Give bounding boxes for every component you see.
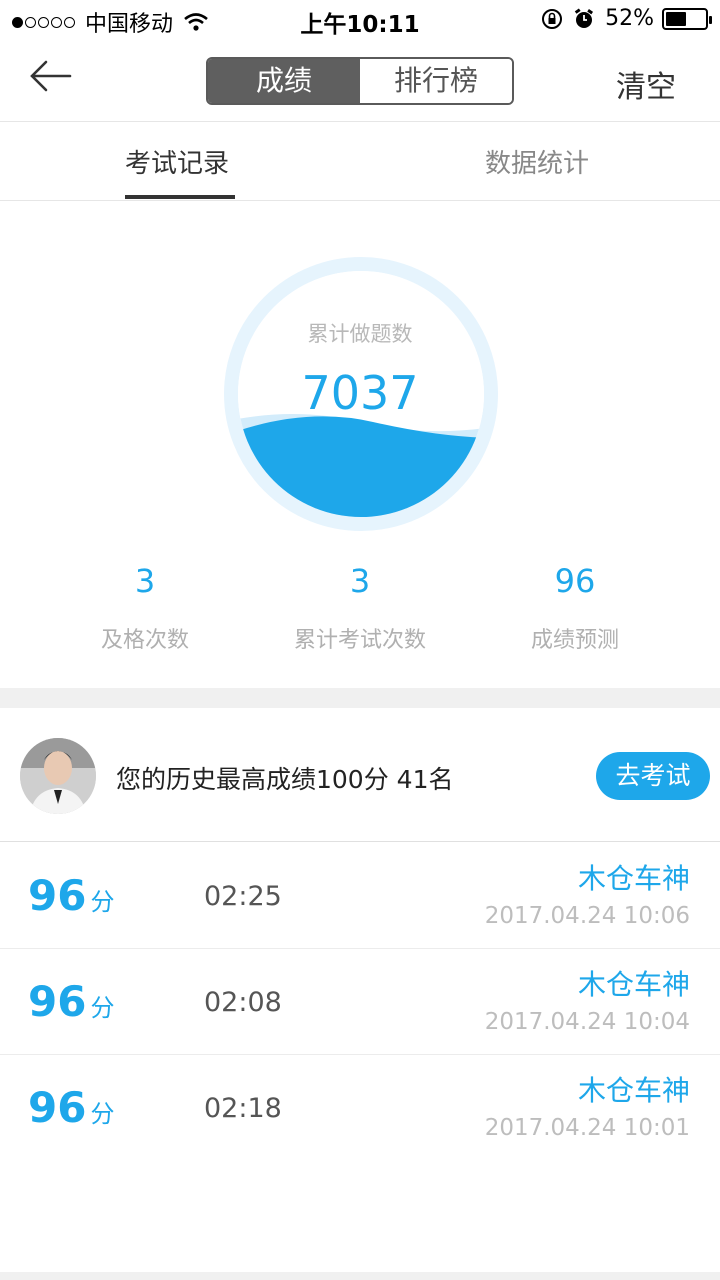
- status-right: 52%: [541, 6, 712, 31]
- record-row[interactable]: 96 分 02:18 木仓车神 2017.04.24 10:01: [0, 1055, 720, 1161]
- record-score-unit: 分: [90, 1100, 115, 1128]
- record-row[interactable]: 96 分 02:08 木仓车神 2017.04.24 10:04: [0, 949, 720, 1055]
- history-best-text: 您的历史最高成绩100分 41名: [116, 765, 454, 794]
- stat-score-prediction: 96 成绩预测: [455, 562, 695, 654]
- user-avatar-icon: [20, 738, 96, 814]
- stat-exam-count: 3 累计考试次数: [240, 562, 480, 654]
- stat-value: 96: [554, 562, 596, 600]
- record-score-value: 96: [28, 977, 87, 1026]
- record-date: 2017.04.24 10:01: [484, 1115, 690, 1141]
- record-score: 96 分: [28, 977, 114, 1026]
- record-date: 2017.04.24 10:06: [484, 903, 690, 929]
- status-bar: 中国移动 上午10:11 52%: [0, 0, 720, 40]
- record-score: 96 分: [28, 1083, 114, 1132]
- tab-exam-records[interactable]: 考试记录: [125, 143, 229, 180]
- record-score-unit: 分: [90, 888, 115, 916]
- record-score-unit: 分: [90, 994, 115, 1022]
- go-exam-button[interactable]: 去考试: [596, 752, 710, 800]
- clear-button[interactable]: 清空: [616, 62, 676, 106]
- record-user: 木仓车神: [577, 1074, 690, 1107]
- orientation-lock-icon: [542, 8, 563, 29]
- segment-ranking[interactable]: 排行榜: [360, 59, 512, 103]
- record-row[interactable]: 96 分 02:25 木仓车神 2017.04.24 10:06: [0, 843, 720, 949]
- history-best-row: 您的历史最高成绩100分 41名 去考试: [0, 708, 720, 842]
- bottom-divider: [0, 1272, 720, 1280]
- stat-value: 3: [134, 562, 156, 600]
- record-duration: 02:18: [204, 1093, 282, 1124]
- battery-icon: [662, 7, 712, 30]
- tab-active-indicator: [125, 195, 235, 199]
- segmented-control: 成绩 排行榜: [206, 57, 514, 105]
- avatar[interactable]: [20, 738, 96, 814]
- section-divider: [0, 688, 720, 708]
- arrow-left-icon: [30, 60, 72, 92]
- stat-label: 及格次数: [100, 628, 189, 653]
- record-duration: 02:25: [204, 881, 282, 912]
- record-user: 木仓车神: [577, 968, 690, 1001]
- stat-label: 成绩预测: [530, 628, 619, 653]
- record-score-value: 96: [28, 871, 87, 920]
- tab-data-stats[interactable]: 数据统计: [485, 143, 589, 180]
- stat-pass-count: 3 及格次数: [25, 562, 265, 654]
- battery-fill: [666, 11, 686, 26]
- record-score: 96 分: [28, 871, 114, 920]
- stat-value: 3: [349, 562, 371, 600]
- nav-bar: 成绩 排行榜 清空: [0, 40, 720, 122]
- record-date: 2017.04.24 10:04: [484, 1009, 690, 1035]
- segment-score[interactable]: 成绩: [208, 59, 360, 103]
- record-duration: 02:08: [204, 987, 282, 1018]
- stat-label: 累计考试次数: [293, 628, 426, 653]
- record-user: 木仓车神: [577, 862, 690, 895]
- battery-percent: 52%: [605, 6, 654, 31]
- alarm-icon: [574, 7, 594, 28]
- gauge-label: 累计做题数: [307, 322, 413, 346]
- record-score-value: 96: [28, 1083, 87, 1132]
- back-button[interactable]: [28, 58, 76, 98]
- gauge-value: 7037: [301, 366, 419, 420]
- tab-bar: 考试记录 数据统计: [0, 123, 720, 201]
